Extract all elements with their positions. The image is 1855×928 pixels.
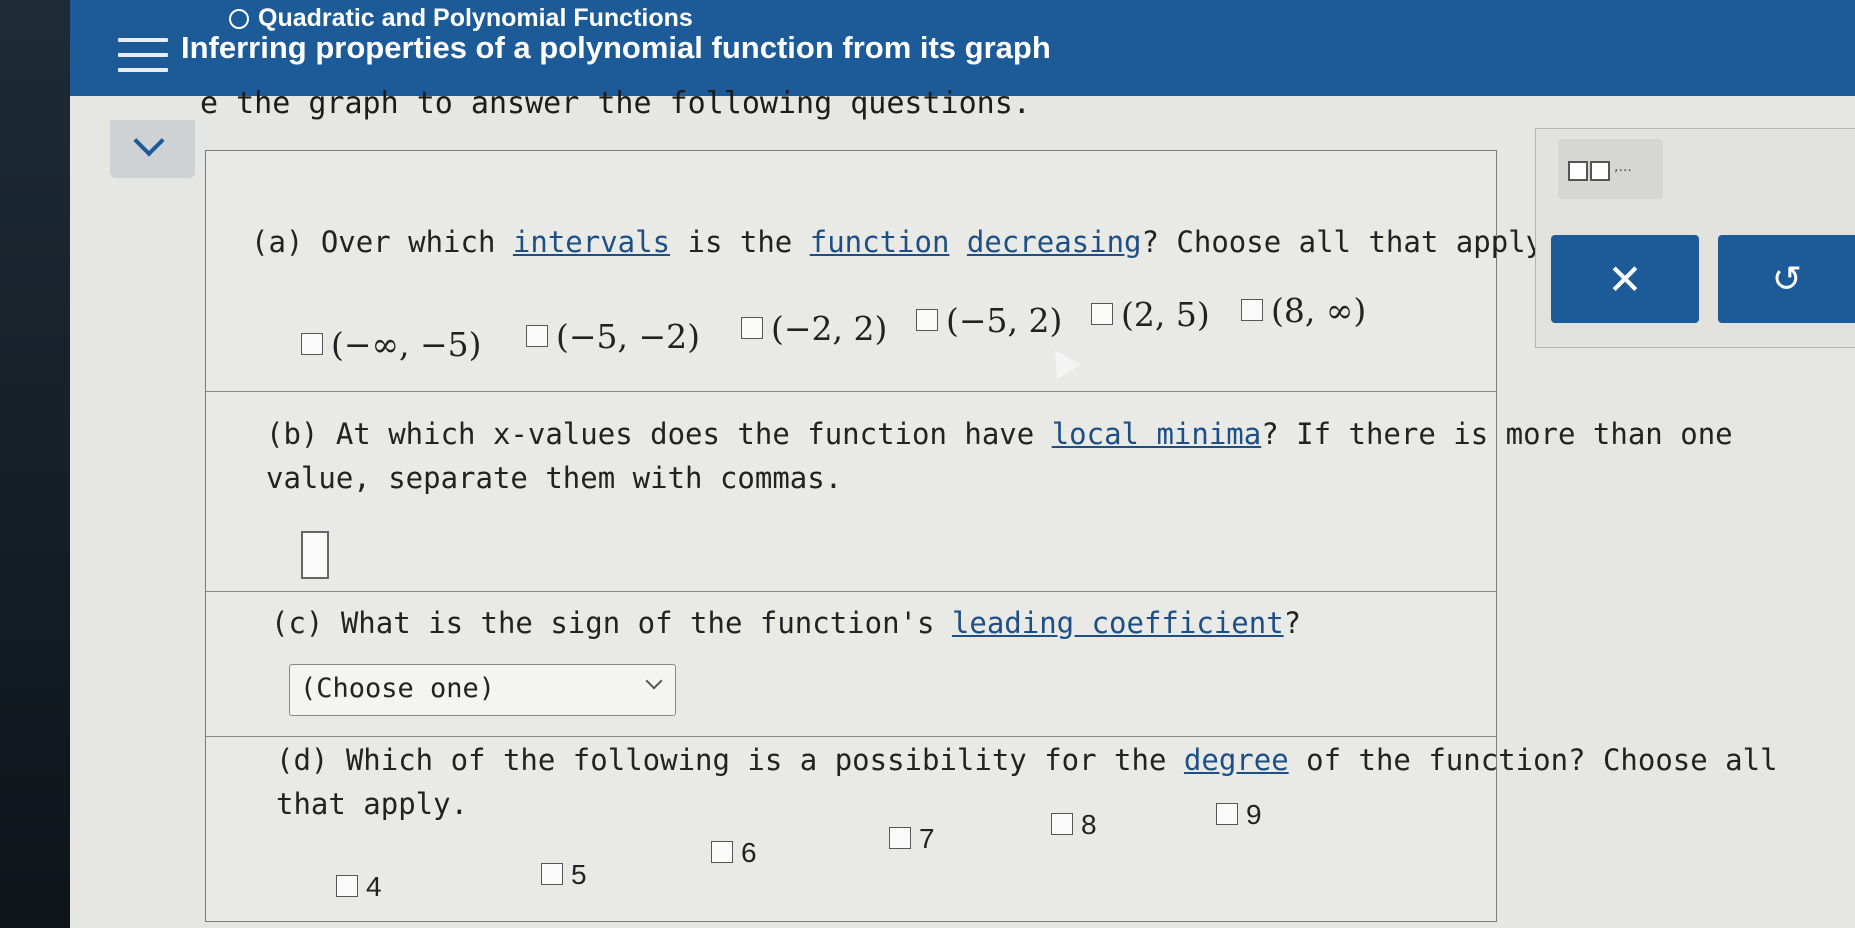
degree-label: 8	[1081, 809, 1097, 840]
separator	[206, 391, 1496, 392]
topic-title: Quadratic and Polynomial Functions	[258, 4, 693, 32]
degree-label: 4	[366, 871, 382, 902]
intro-text: e the graph to answer the following ques…	[200, 86, 1031, 121]
checkbox[interactable]	[541, 862, 563, 885]
interval-label: (−5, 2)	[946, 301, 1063, 340]
checkbox[interactable]	[526, 325, 548, 347]
degree-option-8[interactable]: 8	[1051, 809, 1097, 841]
undo-button[interactable]: ↺	[1718, 235, 1855, 323]
separator	[206, 591, 1496, 592]
checkbox[interactable]	[301, 333, 323, 355]
degree-option-7[interactable]: 7	[889, 823, 935, 855]
question-a-text: (a) Over which intervals is the function…	[251, 225, 1561, 259]
chevron-down-icon	[133, 125, 165, 157]
checkbox[interactable]	[1051, 812, 1073, 835]
topic-status-circle-icon	[229, 9, 249, 29]
question-d-suffix: of the function? Choose all	[1288, 743, 1778, 777]
interval-label: (−∞, −5)	[331, 325, 482, 364]
checkbox[interactable]	[889, 826, 911, 849]
interval-option-3[interactable]: (−2, 2)	[741, 309, 887, 348]
link-degree[interactable]: degree	[1184, 743, 1289, 777]
separator	[206, 736, 1496, 737]
degree-option-4[interactable]: 4	[336, 871, 382, 903]
sign-select[interactable]: (Choose one)	[289, 664, 676, 716]
question-c-prefix: (c) What is the sign of the function's	[271, 606, 952, 640]
question-b-line1: (b) At which x-values does the function …	[266, 417, 1733, 451]
question-c-text: (c) What is the sign of the function's l…	[271, 606, 1301, 640]
checkbox[interactable]	[1216, 802, 1238, 825]
question-a-suffix: ? Choose all that apply.	[1141, 225, 1561, 259]
interval-option-5[interactable]: (2, 5)	[1091, 295, 1210, 334]
link-local-minima[interactable]: local minima	[1052, 417, 1262, 451]
question-a-space	[949, 225, 966, 259]
chevron-down-icon	[645, 672, 663, 690]
box-icon	[1568, 161, 1588, 181]
box-icon	[1590, 161, 1610, 181]
link-function[interactable]: function	[810, 225, 950, 259]
question-b-line2: value, separate them with commas.	[266, 461, 843, 495]
link-intervals[interactable]: intervals	[513, 225, 670, 259]
degree-label: 6	[741, 837, 757, 868]
clear-button[interactable]: ✕	[1551, 235, 1699, 323]
checkbox[interactable]	[1241, 299, 1263, 321]
degree-option-5[interactable]: 5	[541, 859, 587, 891]
question-a-prefix: (a) Over which	[251, 225, 513, 259]
checkbox[interactable]	[711, 840, 733, 863]
question-b-suffix: ? If there is more than one	[1261, 417, 1733, 451]
degree-label: 5	[571, 859, 587, 890]
interval-label: (−2, 2)	[771, 309, 888, 348]
collapse-toggle[interactable]	[110, 120, 195, 178]
local-minima-input[interactable]	[301, 531, 329, 579]
left-dark-edge	[0, 0, 70, 928]
answer-tools-panel: ,... ✕ ↺	[1535, 128, 1855, 348]
question-box: (a) Over which intervals is the function…	[205, 150, 1778, 922]
checkbox[interactable]	[336, 874, 358, 897]
question-a-mid: is the	[670, 225, 810, 259]
link-decreasing[interactable]: decreasing	[967, 225, 1142, 259]
question-b-prefix: (b) At which x-values does the function …	[266, 417, 1052, 451]
degree-option-9[interactable]: 9	[1216, 799, 1262, 831]
close-x-icon: ✕	[1607, 254, 1643, 304]
lesson-title: Inferring properties of a polynomial fun…	[181, 30, 1051, 65]
interval-label: (2, 5)	[1121, 295, 1210, 334]
interval-label: (8, ∞)	[1271, 291, 1367, 330]
interval-option-1[interactable]: (−∞, −5)	[301, 325, 482, 364]
checkbox[interactable]	[1091, 303, 1113, 325]
select-value: (Choose one)	[300, 673, 496, 704]
question-d-line1: (d) Which of the following is a possibil…	[276, 743, 1778, 777]
degree-label: 7	[919, 823, 935, 854]
math-tools-button[interactable]: ,...	[1558, 139, 1663, 199]
tools-icon-text: ,...	[1614, 159, 1632, 175]
undo-arrow-icon: ↺	[1771, 258, 1803, 300]
question-d-prefix: (d) Which of the following is a possibil…	[276, 743, 1184, 777]
question-c-suffix: ?	[1283, 606, 1302, 640]
interval-option-2[interactable]: (−5, −2)	[526, 317, 700, 356]
question-d-line2: that apply.	[276, 787, 469, 821]
checkbox[interactable]	[916, 309, 938, 331]
degree-label: 9	[1246, 799, 1262, 830]
interval-label: (−5, −2)	[556, 317, 701, 356]
interval-option-4[interactable]: (−5, 2)	[916, 301, 1062, 340]
checkbox[interactable]	[741, 317, 763, 339]
hamburger-menu-icon[interactable]	[118, 38, 168, 83]
degree-option-6[interactable]: 6	[711, 837, 757, 869]
link-leading-coefficient[interactable]: leading coefficient	[952, 606, 1284, 640]
interval-option-6[interactable]: (8, ∞)	[1241, 291, 1366, 330]
